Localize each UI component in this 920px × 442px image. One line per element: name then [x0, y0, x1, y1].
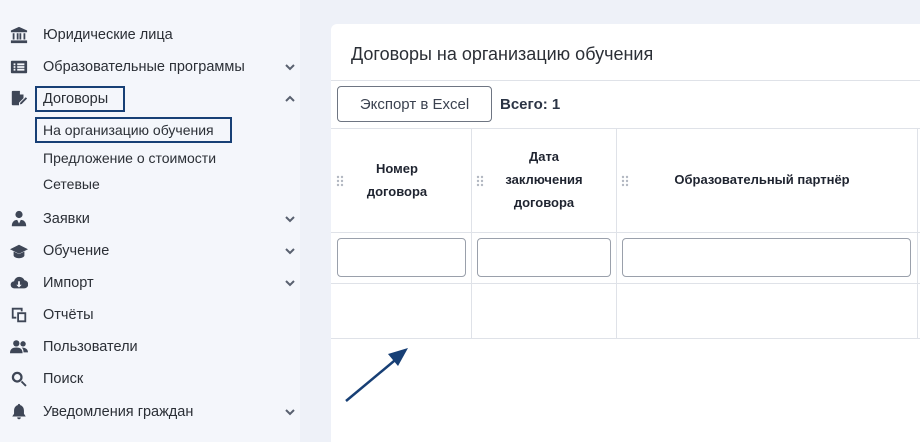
- sidebar-item-training[interactable]: Обучение: [0, 237, 300, 265]
- chevron-down-icon[interactable]: [284, 212, 298, 226]
- sidebar-item-citizen-notifications[interactable]: Уведомления граждан: [0, 398, 300, 426]
- sidebar-item-label: Пользователи: [43, 339, 138, 355]
- divider: [331, 283, 920, 284]
- sidebar-item-search[interactable]: Поиск: [0, 365, 300, 393]
- header-text: Дата: [528, 149, 560, 164]
- bell-icon: [9, 402, 29, 422]
- drag-handle-icon[interactable]: [476, 174, 484, 187]
- annotation-arrow: [345, 348, 408, 402]
- header-text: Образовательный партнёр: [674, 172, 850, 187]
- chevron-down-icon[interactable]: [284, 244, 298, 258]
- divider: [331, 232, 920, 233]
- graduation-cap-icon: [9, 241, 29, 261]
- contracts-table: Номер договора Дата заключения договора …: [331, 128, 920, 339]
- sidebar-item-label: Заявки: [43, 211, 90, 227]
- subitem-cost-proposal[interactable]: Предложение о стоимости: [43, 150, 216, 166]
- sidebar-item-label: Отчёты: [43, 307, 94, 323]
- search-icon: [9, 369, 29, 389]
- header-text: заключения: [505, 172, 583, 187]
- column-header-educational-partner[interactable]: Образовательный партнёр: [631, 168, 893, 191]
- page-title: Договоры на организацию обучения: [351, 44, 654, 64]
- sidebar-item-label: Юридические лица: [43, 27, 173, 43]
- sidebar-item-import[interactable]: Импорт: [0, 269, 300, 297]
- divider: [917, 128, 918, 339]
- column-header-contract-number[interactable]: Номер договора: [351, 157, 443, 203]
- filter-partner-input[interactable]: [622, 238, 911, 277]
- sidebar-item-label: Уведомления граждан: [43, 404, 194, 420]
- divider: [331, 80, 920, 81]
- sidebar-item-contracts[interactable]: Договоры: [0, 85, 300, 113]
- subitem-network[interactable]: Сетевые: [43, 176, 100, 192]
- list-icon: [9, 57, 29, 77]
- divider: [331, 338, 920, 339]
- sidebar-item-users[interactable]: Пользователи: [0, 333, 300, 361]
- chevron-down-icon[interactable]: [284, 405, 298, 419]
- filter-contract-number-input[interactable]: [337, 238, 466, 277]
- sidebar-item-legal-entities[interactable]: Юридические лица: [0, 21, 300, 49]
- bank-icon: [9, 25, 29, 45]
- header-text: договора: [513, 195, 575, 210]
- header-text: договора: [366, 184, 428, 199]
- subitem-organization-training[interactable]: На организацию обучения: [43, 122, 214, 138]
- report-icon: [9, 305, 29, 325]
- divider: [616, 128, 617, 339]
- chevron-down-icon[interactable]: [284, 60, 298, 74]
- cloud-download-icon: [9, 273, 29, 293]
- file-signature-icon: [9, 89, 29, 109]
- chevron-down-icon[interactable]: [284, 276, 298, 290]
- sidebar-item-label: Обучение: [43, 243, 110, 259]
- export-excel-button[interactable]: Экспорт в Excel: [337, 86, 492, 122]
- users-icon: [9, 337, 29, 357]
- total-count: Всего: 1: [500, 96, 561, 113]
- divider: [331, 128, 920, 129]
- sidebar-item-label: Импорт: [43, 275, 94, 291]
- drag-handle-icon[interactable]: [336, 174, 344, 187]
- sidebar-item-label: Поиск: [43, 371, 84, 387]
- sidebar-item-educational-programs[interactable]: Образовательные программы: [0, 53, 300, 81]
- filter-contract-date-input[interactable]: [477, 238, 611, 277]
- sidebar-item-applications[interactable]: Заявки: [0, 205, 300, 233]
- sidebar: Юридические лица Образовательные програм…: [0, 0, 300, 442]
- drag-handle-icon[interactable]: [621, 174, 629, 187]
- user-tie-icon: [9, 209, 29, 229]
- chevron-up-icon[interactable]: [284, 92, 298, 106]
- sidebar-item-reports[interactable]: Отчёты: [0, 301, 300, 329]
- sidebar-item-label: Образовательные программы: [43, 59, 245, 75]
- sidebar-item-label: Договоры: [43, 91, 109, 107]
- column-header-contract-date[interactable]: Дата заключения договора: [489, 145, 599, 214]
- divider: [471, 128, 472, 339]
- header-text: Номер: [376, 161, 418, 176]
